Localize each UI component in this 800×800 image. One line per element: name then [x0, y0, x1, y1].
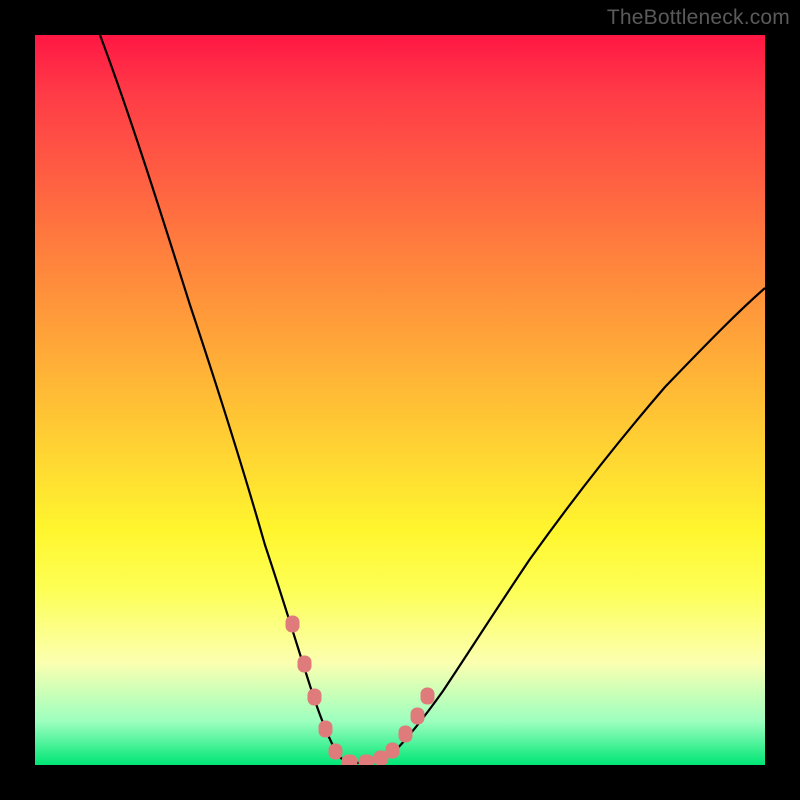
trough-marker-group: [286, 616, 434, 765]
marker-dot: [411, 708, 424, 724]
marker-dot: [342, 755, 357, 765]
marker-dot: [286, 616, 299, 632]
plot-area: [35, 35, 765, 765]
marker-dot: [319, 721, 332, 737]
marker-dot: [399, 726, 412, 742]
marker-dot: [359, 755, 374, 765]
watermark-text: TheBottleneck.com: [607, 6, 790, 30]
curve-right: [353, 288, 765, 763]
chart-frame: TheBottleneck.com: [0, 0, 800, 800]
marker-dot: [298, 656, 311, 672]
curve-left: [100, 35, 353, 763]
marker-dot: [329, 744, 342, 759]
marker-dot: [421, 688, 434, 704]
marker-dot: [308, 689, 321, 705]
curve-layer: [35, 35, 765, 765]
marker-dot: [386, 743, 399, 758]
